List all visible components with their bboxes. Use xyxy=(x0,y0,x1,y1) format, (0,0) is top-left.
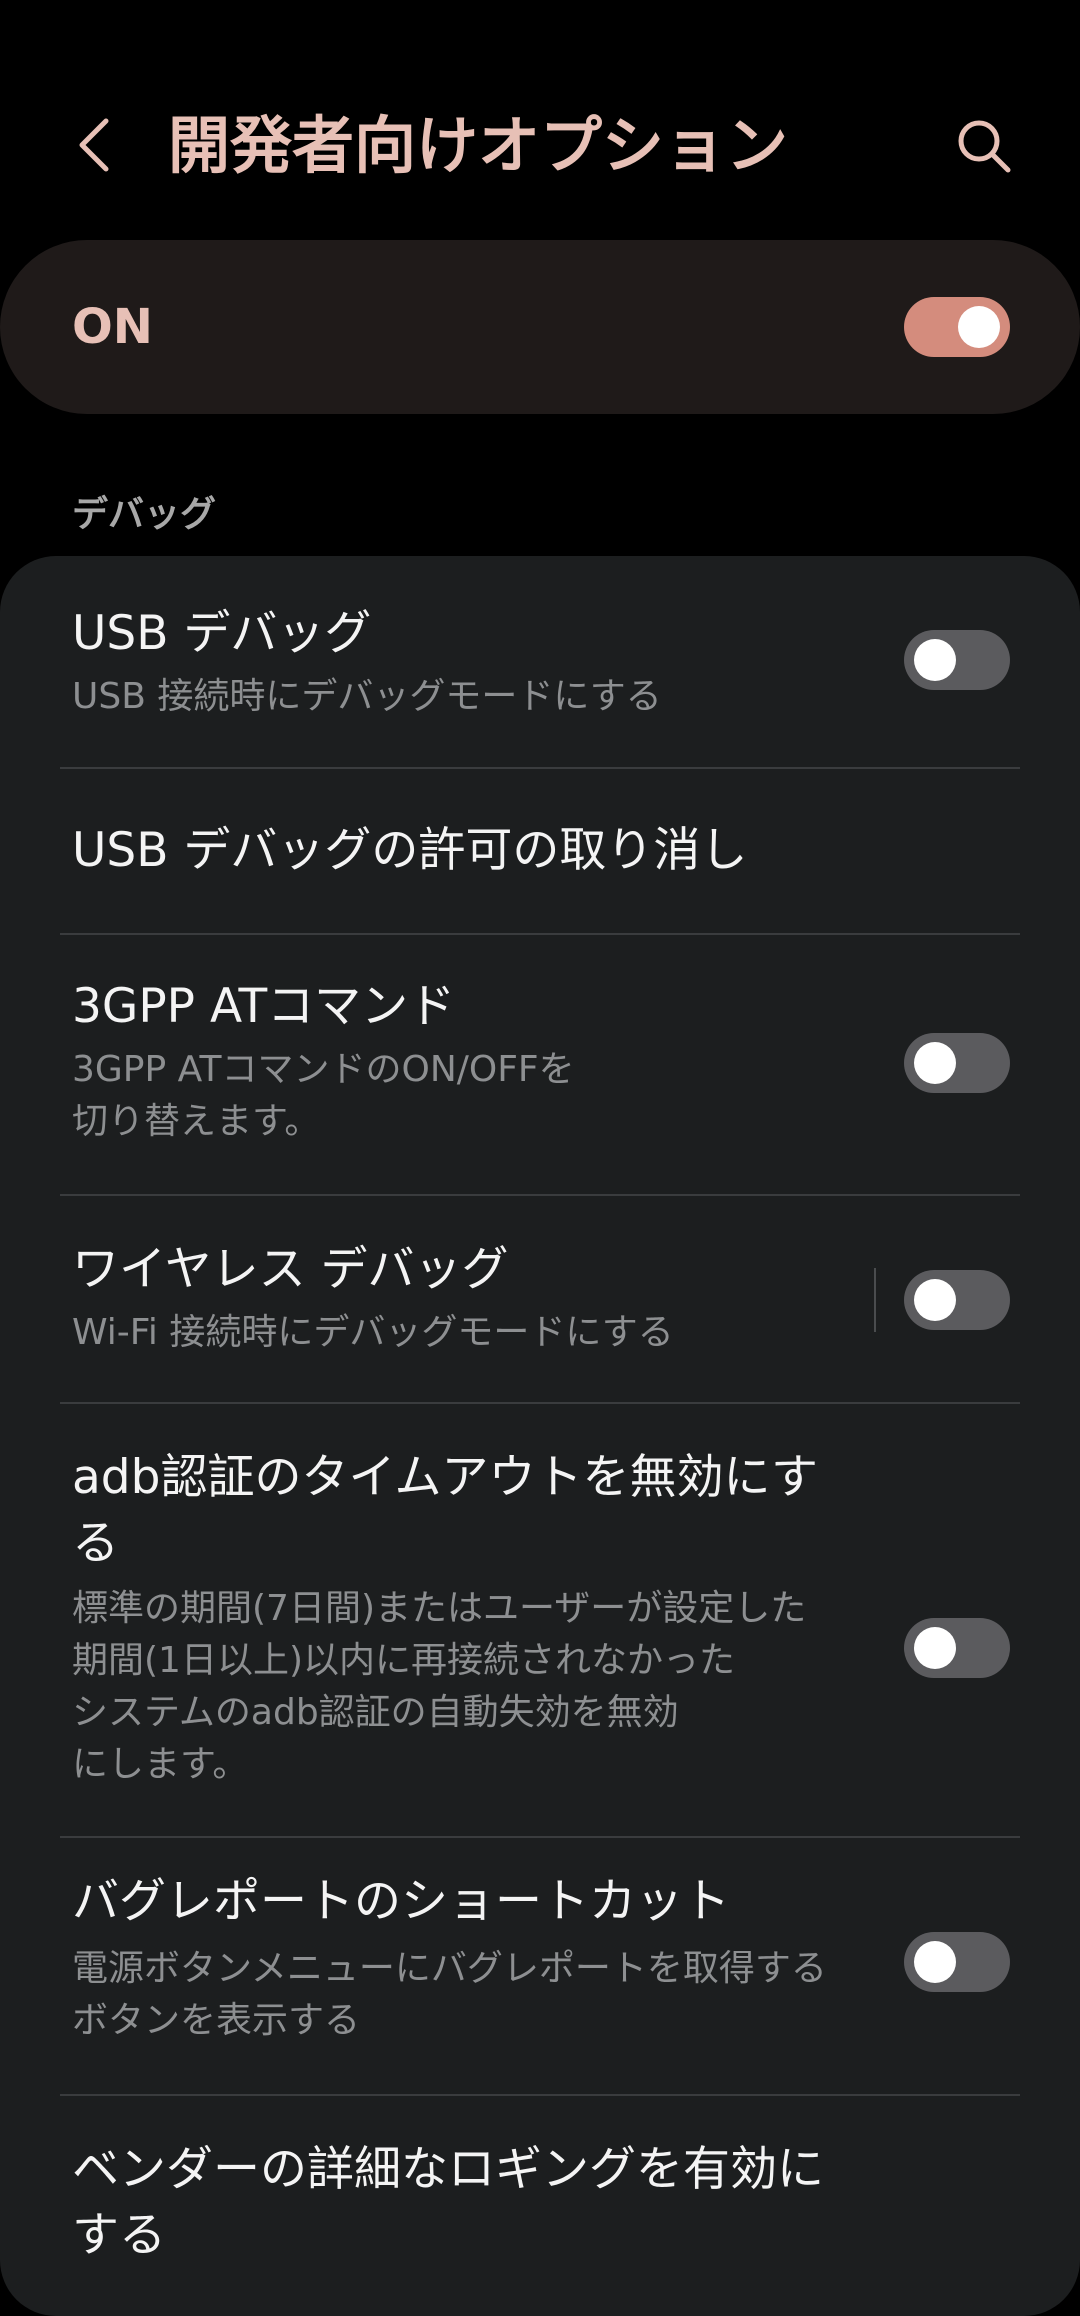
app-bar: 開発者向けオプション xyxy=(0,0,1080,240)
setting-title: バグレポートのショートカット xyxy=(72,1874,730,1929)
search-button[interactable] xyxy=(942,104,1026,188)
setting-subtitle: Wi-Fi 接続時にデバッグモードにする xyxy=(72,1312,674,1353)
setting-wireless-debugging[interactable]: ワイヤレス デバッグ Wi-Fi 接続時にデバッグモードにする xyxy=(0,1196,1080,1402)
setting-title: 3GPP ATコマンド xyxy=(72,979,456,1034)
setting-title-line: る xyxy=(72,1516,119,1571)
3gpp-at-toggle[interactable] xyxy=(904,1033,1010,1093)
setting-vendor-verbose-logging[interactable]: ベンダーの詳細なロギングを有効に する xyxy=(0,2096,1080,2316)
toggle-knob xyxy=(914,1627,956,1669)
setting-subtitle-line: 電源ボタンメニューにバグレポートを取得する xyxy=(72,1948,827,1989)
setting-subtitle-line: 期間(1日以上)以内に再接続されなかった xyxy=(72,1640,735,1681)
setting-title: USB デバッグの許可の取り消し xyxy=(72,823,748,878)
toggle-knob xyxy=(914,639,956,681)
setting-disable-adb-auth-timeout[interactable]: adb認証のタイムアウトを無効にす る 標準の期間(7日間)またはユーザーが設定… xyxy=(0,1404,1080,1836)
setting-subtitle-line: 切り替えます。 xyxy=(72,1101,321,1142)
usb-debugging-toggle[interactable] xyxy=(904,630,1010,690)
toggle-knob xyxy=(914,1941,956,1983)
wireless-debugging-toggle[interactable] xyxy=(904,1270,1010,1330)
debug-settings-card: USB デバッグ USB 接続時にデバッグモードにする USB デバッグの許可の… xyxy=(0,556,1080,2316)
setting-3gpp-at-commands[interactable]: 3GPP ATコマンド 3GPP ATコマンドのON/OFFを 切り替えます。 xyxy=(0,935,1080,1193)
back-button[interactable] xyxy=(58,100,130,190)
section-header-debug: デバッグ xyxy=(72,494,217,535)
setting-title-line: ベンダーの詳細なロギングを有効に xyxy=(72,2142,824,2197)
setting-subtitle-line: システムのadb認証の自動失効を無効 xyxy=(72,1692,679,1733)
setting-title-line: adb認証のタイムアウトを無効にす xyxy=(72,1450,818,1505)
master-switch-label: ON xyxy=(72,299,153,355)
setting-title: ワイヤレス デバッグ xyxy=(72,1242,509,1297)
toggle-knob xyxy=(958,306,1000,348)
setting-subtitle-line: ボタンを表示する xyxy=(72,2000,361,2041)
master-switch-bar[interactable]: ON xyxy=(0,240,1080,414)
page-title: 開発者向けオプション xyxy=(168,109,789,182)
setting-usb-debugging[interactable]: USB デバッグ USB 接続時にデバッグモードにする xyxy=(0,556,1080,768)
setting-bug-report-shortcut[interactable]: バグレポートのショートカット 電源ボタンメニューにバグレポートを取得する ボタン… xyxy=(0,1838,1080,2094)
vertical-separator xyxy=(874,1268,876,1332)
setting-subtitle-line: 標準の期間(7日間)またはユーザーが設定した xyxy=(72,1588,807,1629)
bug-report-shortcut-toggle[interactable] xyxy=(904,1932,1010,1992)
search-icon xyxy=(958,120,1011,173)
adb-auth-timeout-toggle[interactable] xyxy=(904,1618,1010,1678)
toggle-knob xyxy=(914,1279,956,1321)
master-toggle[interactable] xyxy=(904,297,1010,357)
setting-subtitle: USB 接続時にデバッグモードにする xyxy=(72,676,662,717)
setting-subtitle-line: 3GPP ATコマンドのON/OFFを xyxy=(72,1049,575,1090)
setting-title: USB デバッグ xyxy=(72,606,372,661)
setting-title-line: する xyxy=(72,2208,166,2263)
toggle-knob xyxy=(914,1042,956,1084)
setting-revoke-usb-authorizations[interactable]: USB デバッグの許可の取り消し xyxy=(0,769,1080,933)
setting-subtitle-line: にします。 xyxy=(72,1744,249,1785)
chevron-left-icon xyxy=(79,118,109,172)
